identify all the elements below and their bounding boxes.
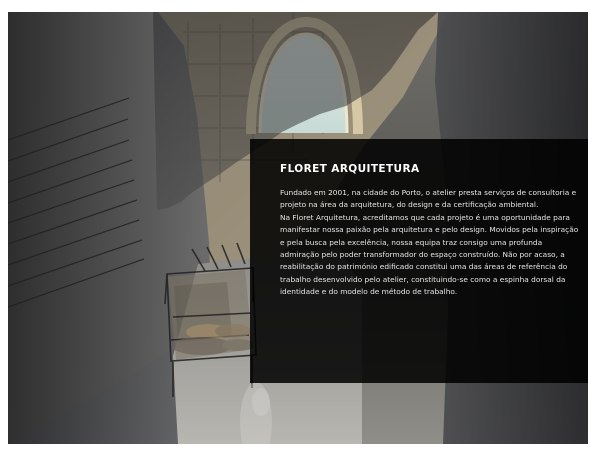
- page-title: FLORET ARQUITETURA: [280, 163, 420, 175]
- intro-paragraph-2: Na Floret Arquitetura, acreditamos que c…: [280, 212, 579, 297]
- intro-paragraph-1: Fundado em 2001, na cidade do Porto, o a…: [280, 188, 577, 210]
- intro-overlay: FLORET ARQUITETURA Fundado em 2001, na c…: [250, 139, 588, 383]
- hero-section: FLORET ARQUITETURA Fundado em 2001, na c…: [8, 12, 588, 444]
